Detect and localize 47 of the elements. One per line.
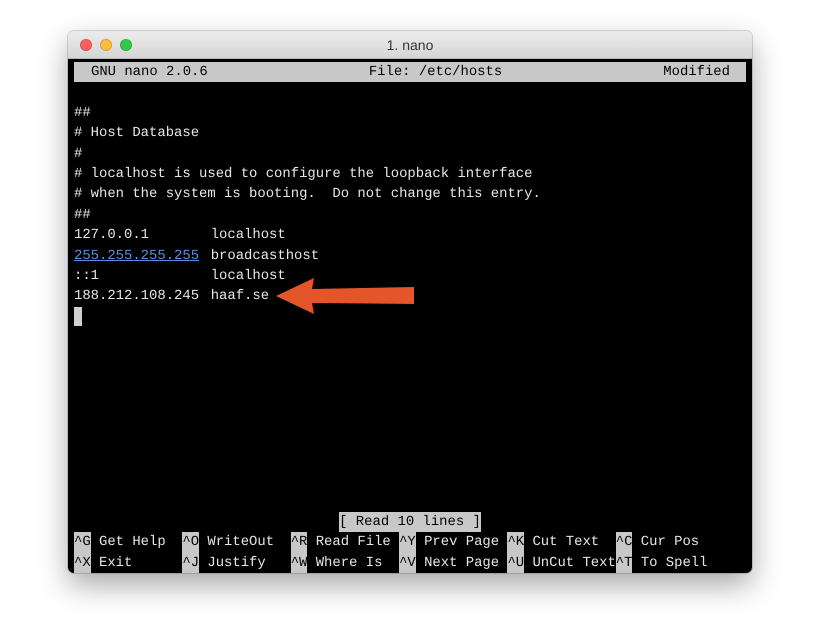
minimize-button[interactable] (100, 38, 112, 50)
shortcut-label: To Spell (640, 554, 708, 573)
hostname: haaf.se (210, 287, 270, 306)
comment-line: ## (74, 206, 91, 225)
ip-address: ::1 (74, 266, 100, 286)
comment-line: ## (74, 104, 91, 123)
shortcut-label: Justify (207, 554, 266, 573)
shortcut-key: ^U (507, 552, 524, 573)
comment-line: # when the system is booting. Do not change this entry. (74, 185, 541, 204)
app-version: GNU nano 2.0.6 (91, 63, 208, 82)
shortcut-key: ^V (399, 552, 416, 573)
shortcut-label: UnCut Text (532, 554, 616, 573)
shortcut-label: Read File (316, 533, 391, 552)
status-message: [ Read 10 lines ] (339, 512, 481, 532)
window-title: 1. nano (386, 36, 434, 52)
comment-line: # localhost is used to configure the loopback interface (74, 164, 532, 184)
ip-address-link[interactable]: 255.255.255.255 (74, 246, 211, 266)
shortcut-label: Get Help (99, 533, 166, 552)
shortcut-key: ^G (74, 532, 91, 553)
modified-state: Modified (663, 63, 730, 82)
zoom-button[interactable] (120, 38, 132, 50)
file-name: File: /etc/hosts (368, 63, 502, 82)
shortcut-label: WriteOut (207, 533, 274, 552)
shortcut-key: ^C (616, 532, 632, 553)
hostname: localhost (210, 226, 286, 246)
shortcut-label: Exit (99, 554, 132, 573)
shortcut-key: ^O (182, 532, 200, 553)
shortcut-key: ^K (507, 532, 524, 553)
shortcut-label: Cut Text (532, 533, 600, 552)
shortcut-key: ^T (616, 552, 632, 573)
hostname: broadcasthost (210, 246, 320, 266)
shortcut-key: ^X (74, 552, 91, 573)
shortcut-label: Next Page (424, 554, 500, 573)
shortcut-label: Prev Page (424, 533, 500, 552)
text-cursor (74, 307, 82, 326)
shortcut-key: ^J (182, 552, 200, 573)
shortcut-label: Cur Pos (640, 533, 700, 552)
shortcut-key: ^W (290, 552, 308, 573)
ip-address: 127.0.0.1 (74, 226, 150, 246)
ip-address: 188.212.108.245 (74, 287, 200, 306)
comment-line: # (74, 144, 82, 164)
hostname: localhost (210, 266, 286, 286)
shortcut-key: ^R (290, 532, 308, 553)
shortcut-label: Where Is (316, 554, 382, 573)
comment-line: # Host Database (74, 124, 200, 144)
close-button[interactable] (80, 38, 92, 50)
shortcut-key: ^Y (399, 532, 416, 553)
